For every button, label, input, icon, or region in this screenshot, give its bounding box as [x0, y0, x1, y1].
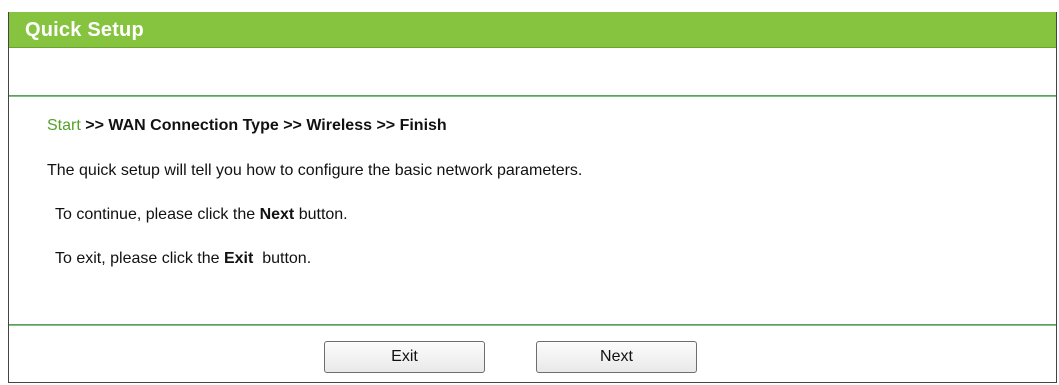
- panel-header: Quick Setup: [9, 12, 1056, 48]
- continue-instruction: To continue, please click the Next butto…: [55, 206, 348, 224]
- setup-description: The quick setup will tell you how to con…: [47, 162, 583, 179]
- next-button[interactable]: Next: [536, 341, 697, 373]
- exit-instruction: To exit, please click the Exit button.: [55, 250, 311, 268]
- continue-prefix: To continue, please click the: [55, 206, 260, 223]
- exit-suffix: button.: [253, 250, 312, 267]
- step-current: Start: [47, 117, 81, 134]
- exit-button[interactable]: Exit: [324, 341, 485, 373]
- exit-prefix: To exit, please click the: [55, 250, 224, 267]
- bottom-divider: [9, 324, 1056, 326]
- top-divider: [9, 95, 1056, 97]
- exit-bold: Exit: [223, 250, 254, 267]
- quick-setup-panel: Quick Setup Start >> WAN Connection Type…: [8, 12, 1057, 383]
- page-title: Quick Setup: [25, 19, 144, 41]
- continue-suffix: button.: [294, 206, 348, 223]
- continue-bold: Next: [259, 206, 295, 223]
- step-remaining: >> WAN Connection Type >> Wireless >> Fi…: [80, 117, 447, 134]
- step-breadcrumb: Start >> WAN Connection Type >> Wireless…: [47, 117, 447, 135]
